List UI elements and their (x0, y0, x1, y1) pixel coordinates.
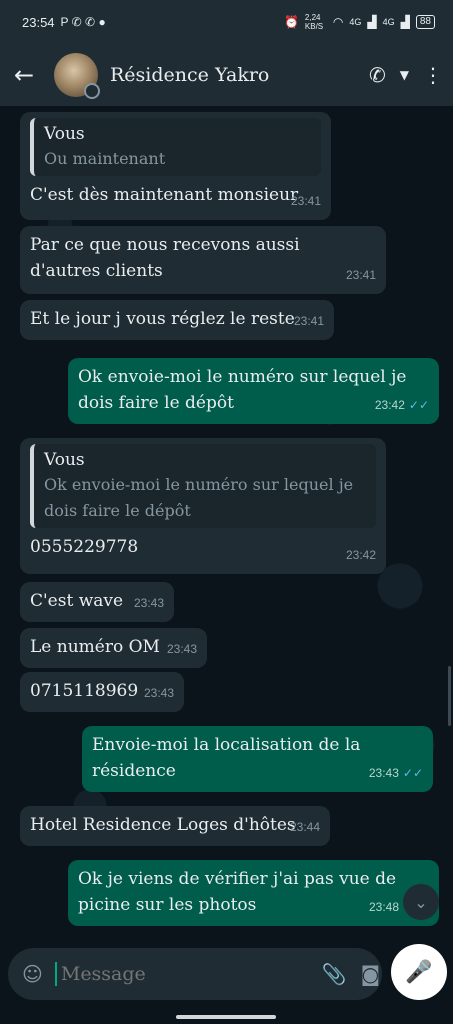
quote-author: Vous (44, 124, 85, 144)
read-ticks-icon: ✓✓ (408, 398, 429, 412)
status-ring-icon (84, 83, 100, 99)
quoted-message[interactable]: Vous Ou maintenant (30, 118, 321, 176)
message-bubble[interactable]: Par ce que nous recevons aussi d'autres … (20, 226, 386, 294)
message-time: 23:41 (345, 268, 376, 282)
message-bubble[interactable]: 0715118969 23:43 (20, 672, 184, 712)
message-text: 0555229778 (30, 537, 139, 557)
chat-header: ← Résidence Yakro ✆ ▼ ⋮ (0, 44, 453, 106)
message-bubble[interactable]: Vous Ok envoie-moi le numéro sur lequel … (20, 438, 386, 574)
message-meta: 23:48 (369, 894, 399, 920)
status-time: 23:54 (22, 14, 55, 30)
wifi-icon: ◠ (332, 15, 344, 29)
message-text: C'est dès maintenant monsieur (30, 185, 299, 205)
message-time: 23:41 (290, 194, 321, 208)
signal-icon: ▟ (367, 15, 377, 29)
quoted-message[interactable]: Vous Ok envoie-moi le numéro sur lequel … (30, 444, 376, 528)
message-bubble[interactable]: Ok je viens de vérifier j'ai pas vue de … (68, 860, 439, 926)
network-4g-2: 4G (382, 17, 395, 27)
message-bubble[interactable]: Envoie-moi la localisation de la résiden… (82, 726, 433, 792)
chevron-down-icon[interactable]: ▼ (400, 68, 409, 82)
message-time: 23:42 (345, 548, 376, 562)
arrow-left-icon[interactable]: ← (14, 61, 46, 89)
message-bubble[interactable]: Le numéro OM 23:43 (20, 628, 207, 668)
network-speed: 2,24 KB/S (304, 13, 324, 31)
phone-icon[interactable]: ✆ (369, 63, 386, 87)
message-bubble[interactable]: C'est wave 23:43 (20, 582, 174, 622)
quote-text: Ou maintenant (44, 149, 166, 168)
scroll-to-bottom-button[interactable]: ⌄ (403, 884, 439, 920)
alarm-icon: ⏰ (283, 15, 299, 29)
message-bubble[interactable]: Et le jour j vous réglez le reste 23:41 (20, 300, 334, 340)
message-text: Par ce que nous recevons aussi d'autres … (30, 235, 300, 281)
battery-level: 88 (415, 15, 435, 29)
camera-icon[interactable]: ◙ (361, 962, 380, 986)
contact-name[interactable]: Résidence Yakro (110, 64, 369, 86)
message-meta: 23:43 ✓✓ (369, 760, 423, 786)
message-text: Et le jour j vous réglez le reste (30, 309, 295, 329)
message-time: 23:43 (368, 766, 399, 780)
paperclip-icon[interactable]: 📎 (322, 962, 347, 986)
mic-icon: 🎤 (405, 959, 433, 985)
more-vertical-icon[interactable]: ⋮ (423, 63, 443, 87)
double-chevron-down-icon: ⌄ (414, 892, 428, 912)
scrollbar[interactable] (448, 666, 451, 726)
message-time: 23:43 (143, 686, 174, 700)
message-bubble[interactable]: Ok envoie-moi le numéro sur lequel je do… (68, 358, 439, 424)
home-indicator[interactable] (176, 1015, 276, 1019)
avatar[interactable] (54, 53, 100, 99)
message-time: 23:43 (133, 596, 164, 610)
message-time: 23:48 (368, 900, 399, 914)
message-time: 23:41 (293, 314, 324, 328)
status-bar: 23:54 P ✆ ✆ ● ⏰ 2,24 KB/S ◠ 4G ▟ 4G ▟ 88 (0, 0, 453, 44)
network-4g-1: 4G (349, 17, 362, 27)
mic-button[interactable]: 🎤 (391, 944, 447, 1000)
message-time: 23:42 (374, 398, 405, 412)
message-composer: ☺ 📎 ◙ (8, 948, 382, 1000)
message-time: 23:44 (289, 820, 320, 834)
message-time: 23:43 (166, 642, 197, 656)
message-list[interactable]: Vous Ou maintenant C'est dès maintenant … (0, 106, 453, 944)
signal-icon-2: ▟ (400, 15, 410, 29)
message-bubble[interactable]: Vous Ou maintenant C'est dès maintenant … (20, 112, 331, 220)
message-bubble[interactable]: Hotel Residence Loges d'hôtes 23:44 (20, 806, 330, 846)
message-input[interactable] (54, 962, 308, 986)
quote-author: Vous (44, 450, 85, 470)
quote-text: Ok envoie-moi le numéro sur lequel je do… (44, 475, 354, 520)
message-meta: 23:42 ✓✓ (375, 392, 429, 418)
message-text: Hotel Residence Loges d'hôtes (30, 815, 296, 835)
notification-icons: P ✆ ✆ ● (60, 15, 106, 29)
read-ticks-icon: ✓✓ (402, 766, 423, 780)
sticker-icon[interactable]: ☺ (22, 962, 43, 986)
